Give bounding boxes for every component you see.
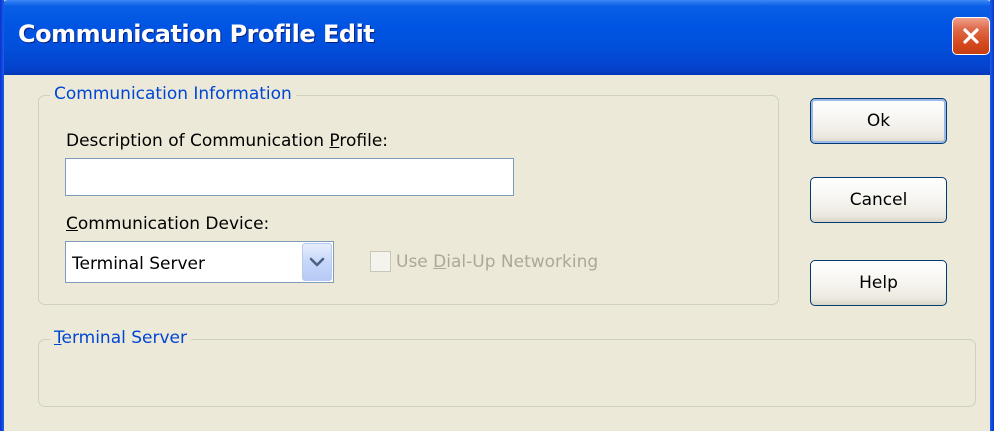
- dialup-checkbox-row[interactable]: Use Dial-Up Networking: [370, 251, 598, 272]
- dialup-checkbox[interactable]: [370, 251, 391, 272]
- description-input[interactable]: [65, 158, 514, 196]
- device-dropdown-button[interactable]: [302, 243, 332, 281]
- window-frame-right: [990, 0, 994, 431]
- communication-info-legend: Communication Information: [50, 84, 296, 104]
- window-title: Communication Profile Edit: [18, 20, 375, 48]
- ok-button[interactable]: Ok: [810, 98, 947, 144]
- device-select-value: Terminal Server: [72, 254, 205, 274]
- dialog-window: Communication Profile Edit Communication…: [0, 0, 994, 431]
- help-button[interactable]: Help: [810, 260, 947, 306]
- title-bar[interactable]: Communication Profile Edit: [0, 0, 994, 75]
- chevron-down-icon: [309, 257, 325, 267]
- window-frame-left: [0, 0, 4, 431]
- terminal-server-legend: Terminal Server: [50, 328, 191, 348]
- terminal-server-group: [38, 339, 976, 407]
- close-button[interactable]: [952, 17, 990, 55]
- cancel-button[interactable]: Cancel: [810, 177, 947, 223]
- device-select[interactable]: Terminal Server: [65, 241, 334, 283]
- dialup-label: Use Dial-Up Networking: [396, 251, 599, 272]
- device-label: Communication Device:: [66, 214, 270, 234]
- description-label: Description of Communication Profile:: [66, 131, 389, 151]
- close-icon: [963, 28, 979, 44]
